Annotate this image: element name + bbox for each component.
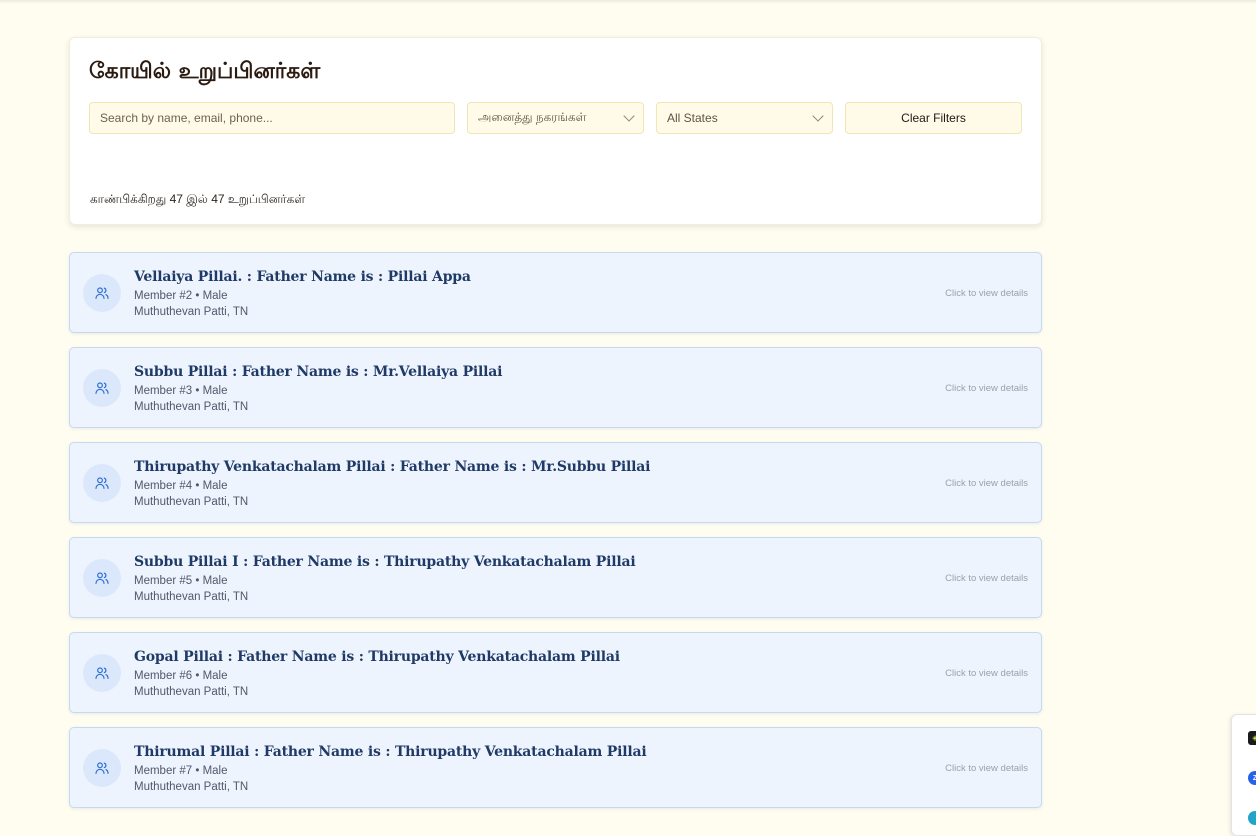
member-location: Muthuthevan Patti, TN — [134, 306, 249, 318]
users-icon — [83, 559, 121, 597]
member-name: Subbu Pillai I : Father Name is : Thirup… — [134, 554, 636, 570]
member-meta: Member #5 • Male — [134, 575, 228, 587]
member-location: Muthuthevan Patti, TN — [134, 781, 249, 793]
member-location: Muthuthevan Patti, TN — [134, 686, 249, 698]
view-details-hint: Click to view details — [945, 383, 1028, 394]
state-select[interactable]: All States — [656, 102, 833, 134]
member-list: Vellaiya Pillai. : Father Name is : Pill… — [69, 252, 1042, 808]
member-meta: Member #6 • Male — [134, 670, 228, 682]
member-meta: Member #4 • Male — [134, 480, 228, 492]
chevron-down-icon — [812, 110, 824, 122]
member-name: Vellaiya Pillai. : Father Name is : Pill… — [134, 269, 471, 285]
extension-icon[interactable] — [1248, 811, 1256, 825]
extension-icon[interactable]: ◈ — [1248, 731, 1256, 745]
member-location: Muthuthevan Patti, TN — [134, 591, 249, 603]
view-details-hint: Click to view details — [945, 288, 1028, 299]
member-meta: Member #3 • Male — [134, 385, 228, 397]
member-meta: Member #2 • Male — [134, 290, 228, 302]
city-select-value: அனைத்து நகரங்கள் — [478, 110, 587, 124]
topbar-shadow — [0, 0, 1256, 4]
member-card[interactable]: Thirupathy Venkatachalam Pillai : Father… — [69, 442, 1042, 523]
users-icon — [83, 749, 121, 787]
member-card[interactable]: Gopal Pillai : Father Name is : Thirupat… — [69, 632, 1042, 713]
member-location: Muthuthevan Patti, TN — [134, 496, 249, 508]
users-icon — [83, 654, 121, 692]
users-icon — [83, 369, 121, 407]
member-name: Thirumal Pillai : Father Name is : Thiru… — [134, 744, 647, 760]
view-details-hint: Click to view details — [945, 668, 1028, 679]
results-count: காண்பிக்கிறது 47 இல் 47 உறுப்பினர்கள் — [90, 192, 306, 206]
state-select-value: All States — [667, 111, 718, 125]
chevron-down-icon — [623, 110, 635, 122]
clear-filters-button[interactable]: Clear Filters — [845, 102, 1022, 134]
members-page: கோயில் உறுப்பினர்கள் அனைத்து நகரங்கள் Al… — [69, 37, 1042, 822]
member-name: Thirupathy Venkatachalam Pillai : Father… — [134, 459, 651, 475]
member-card[interactable]: Thirumal Pillai : Father Name is : Thiru… — [69, 727, 1042, 808]
member-name: Gopal Pillai : Father Name is : Thirupat… — [134, 649, 620, 665]
member-location: Muthuthevan Patti, TN — [134, 401, 249, 413]
page-title: கோயில் உறுப்பினர்கள் — [89, 58, 321, 84]
users-icon — [83, 274, 121, 312]
member-name: Subbu Pillai : Father Name is : Mr.Vella… — [134, 364, 503, 380]
member-meta: Member #7 • Male — [134, 765, 228, 777]
member-card[interactable]: Subbu Pillai I : Father Name is : Thirup… — [69, 537, 1042, 618]
view-details-hint: Click to view details — [945, 763, 1028, 774]
users-icon — [83, 464, 121, 502]
filter-card: கோயில் உறுப்பினர்கள் அனைத்து நகரங்கள் Al… — [69, 37, 1042, 225]
filter-bar: அனைத்து நகரங்கள் All States Clear Filter… — [89, 102, 1022, 134]
member-card[interactable]: Vellaiya Pillai. : Father Name is : Pill… — [69, 252, 1042, 333]
view-details-hint: Click to view details — [945, 478, 1028, 489]
extension-icon[interactable]: Z — [1248, 771, 1256, 785]
city-select[interactable]: அனைத்து நகரங்கள் — [467, 102, 644, 134]
view-details-hint: Click to view details — [945, 573, 1028, 584]
member-card[interactable]: Subbu Pillai : Father Name is : Mr.Vella… — [69, 347, 1042, 428]
search-input[interactable] — [89, 102, 455, 134]
